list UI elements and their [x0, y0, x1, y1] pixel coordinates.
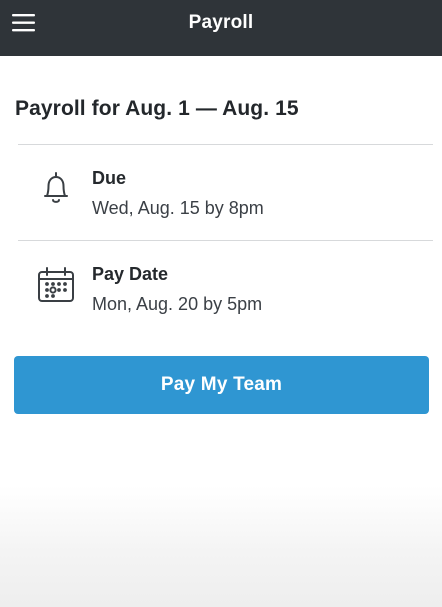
due-row: Due Wed, Aug. 15 by 8pm: [18, 145, 433, 241]
due-label: Due: [92, 168, 127, 188]
app-bar: Payroll: [0, 0, 442, 56]
bell-icon: [36, 169, 76, 209]
pay-date-row: Pay Date Mon, Aug. 20 by 5pm: [18, 241, 433, 337]
main-content: Payroll for Aug. 1 — Aug. 15 Due Wed, Au…: [0, 56, 442, 607]
page-title: Payroll: [188, 12, 254, 33]
pay-date-value: Mon, Aug. 20 by 5pm: [92, 294, 263, 314]
pay-date-label: Pay Date: [92, 264, 169, 284]
calendar-icon: [36, 265, 76, 305]
payroll-period-title: Payroll for Aug. 1 — Aug. 15: [15, 97, 299, 120]
due-value: Wed, Aug. 15 by 8pm: [92, 198, 264, 218]
pay-my-team-button[interactable]: Pay My Team: [14, 356, 429, 414]
